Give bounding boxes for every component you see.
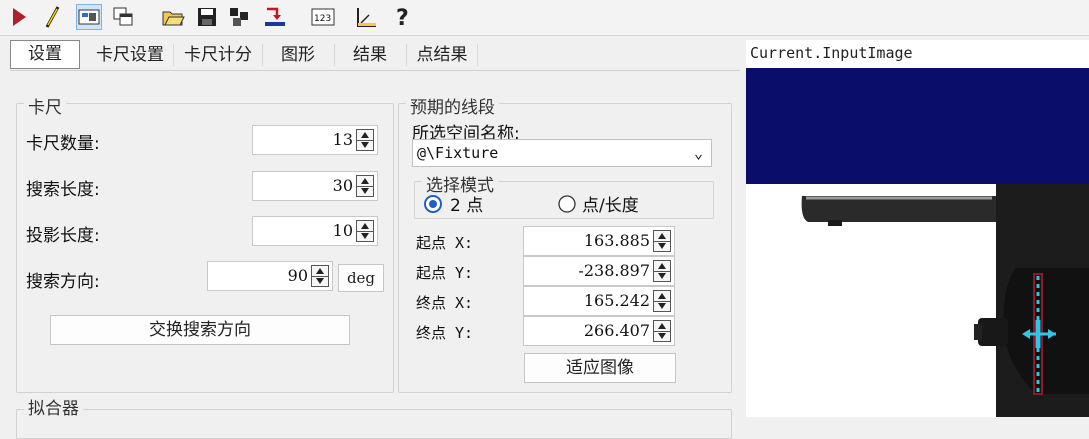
deg-unit-button[interactable]: deg xyxy=(338,264,384,292)
import-icon[interactable] xyxy=(262,4,288,30)
svg-text:123: 123 xyxy=(314,14,331,24)
projection-length-value: 10 xyxy=(332,221,353,240)
end-y-value: 266.407 xyxy=(583,321,650,340)
tab-settings[interactable]: 设置 xyxy=(10,40,80,69)
fitter-group-title: 拟合器 xyxy=(24,394,83,419)
search-length-value: 30 xyxy=(332,176,353,195)
input-image[interactable] xyxy=(746,68,1089,417)
search-direction-value: 90 xyxy=(287,266,308,285)
projection-length-stepper[interactable]: 10 xyxy=(252,216,378,246)
caliper-count-label: 卡尺数量: xyxy=(26,134,100,154)
windows-icon[interactable] xyxy=(110,4,136,30)
selected-space-value: @\Fixture xyxy=(417,144,499,162)
fitter-group xyxy=(16,409,732,439)
mode-ptlen-radio[interactable]: 点/长度 xyxy=(558,191,639,216)
run-icon[interactable] xyxy=(6,4,32,30)
chevron-down-icon: ⌄ xyxy=(693,144,703,162)
toolbar: 123 ? xyxy=(0,0,1089,36)
image-viewer[interactable]: Current.InputImage xyxy=(746,40,1089,417)
start-y-value: -238.897 xyxy=(578,261,650,280)
tab-caliper-scoring[interactable]: 卡尺计分 xyxy=(176,40,260,70)
caliper-group-title: 卡尺 xyxy=(24,93,66,118)
start-x-value: 163.885 xyxy=(583,231,650,250)
caliper-count-stepper[interactable]: 13 xyxy=(252,125,378,155)
search-length-stepper[interactable]: 30 xyxy=(252,171,378,201)
mode-2pt-label: 2 点 xyxy=(450,196,484,216)
settings-panel: 卡尺 卡尺数量: 13 搜索长度: 30 投影长度: 10 搜索方向: 90 d… xyxy=(10,70,740,439)
selected-space-select[interactable]: @\Fixture ⌄ xyxy=(412,139,712,167)
search-direction-stepper[interactable]: 90 xyxy=(207,261,333,291)
end-x-value: 165.242 xyxy=(583,291,650,310)
mode-2pt-radio[interactable]: 2 点 xyxy=(424,191,483,216)
start-y-label: 起点 Y: xyxy=(416,264,474,282)
expected-segment-title: 预期的线段 xyxy=(406,93,499,118)
tab-results[interactable]: 结果 xyxy=(336,40,404,70)
spin-arrows-icon[interactable] xyxy=(653,230,671,252)
search-length-label: 搜索长度: xyxy=(26,180,100,200)
wand-icon[interactable] xyxy=(40,4,66,30)
search-direction-label: 搜索方向: xyxy=(26,272,100,292)
end-x-stepper[interactable]: 165.242 xyxy=(523,286,675,316)
projection-length-label: 投影长度: xyxy=(26,226,100,246)
viewer-title: Current.InputImage xyxy=(750,44,913,62)
fit-image-button[interactable]: 适应图像 xyxy=(524,353,676,383)
swap-direction-button[interactable]: 交换搜索方向 xyxy=(50,315,350,345)
end-y-stepper[interactable]: 266.407 xyxy=(523,316,675,346)
end-y-label: 终点 Y: xyxy=(416,324,474,342)
start-x-label: 起点 X: xyxy=(416,234,474,252)
help-icon[interactable]: ? xyxy=(390,4,416,30)
tab-caliper-settings[interactable]: 卡尺设置 xyxy=(88,40,172,70)
svg-text:?: ? xyxy=(396,6,409,29)
end-x-label: 终点 X: xyxy=(416,294,474,312)
save-icon[interactable] xyxy=(194,4,220,30)
spin-arrows-icon[interactable] xyxy=(653,290,671,312)
spin-arrows-icon[interactable] xyxy=(311,265,329,287)
measure-icon[interactable] xyxy=(354,4,380,30)
image-view-icon[interactable] xyxy=(76,4,102,30)
caliper-count-value: 13 xyxy=(332,130,353,149)
radio-unchecked-icon xyxy=(558,194,576,213)
save-image-icon[interactable] xyxy=(226,4,252,30)
mode-ptlen-label: 点/长度 xyxy=(582,196,639,216)
tab-graphics[interactable]: 图形 xyxy=(264,40,332,70)
spin-arrows-icon[interactable] xyxy=(356,129,374,151)
open-folder-icon[interactable] xyxy=(160,4,186,30)
spin-arrows-icon[interactable] xyxy=(356,220,374,242)
spin-arrows-icon[interactable] xyxy=(653,320,671,342)
tab-strip: 设置 卡尺设置 卡尺计分 图形 结果 点结果 xyxy=(10,40,740,70)
counter-icon[interactable]: 123 xyxy=(310,4,336,30)
start-x-stepper[interactable]: 163.885 xyxy=(523,226,675,256)
radio-checked-icon xyxy=(424,194,442,213)
start-y-stepper[interactable]: -238.897 xyxy=(523,256,675,286)
tab-point-results[interactable]: 点结果 xyxy=(408,40,476,70)
spin-arrows-icon[interactable] xyxy=(653,260,671,282)
spin-arrows-icon[interactable] xyxy=(356,175,374,197)
